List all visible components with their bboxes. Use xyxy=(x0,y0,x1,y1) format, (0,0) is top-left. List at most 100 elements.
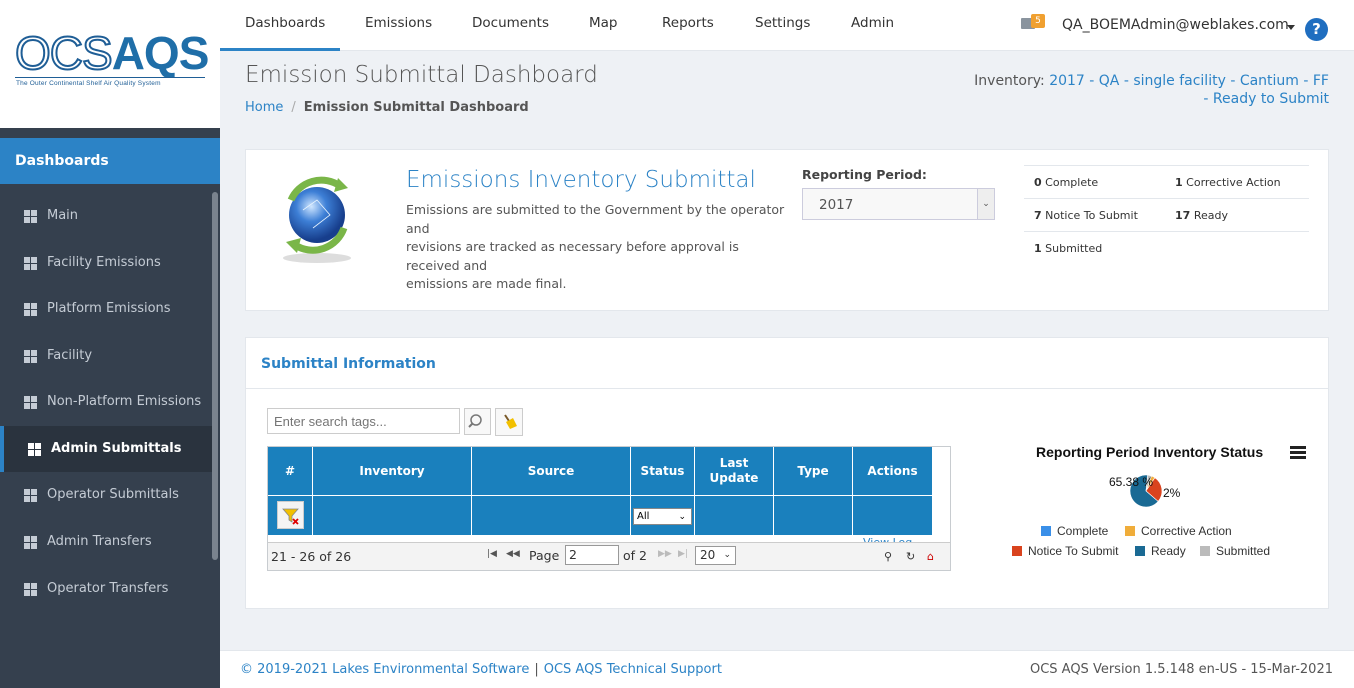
page-label: Page xyxy=(529,548,560,563)
clear-search-button[interactable] xyxy=(495,408,523,436)
status-filter-value: All xyxy=(637,511,650,522)
sidebar-item-platform-emissions[interactable]: Platform Emissions xyxy=(0,286,212,332)
user-menu[interactable]: QA_BOEMAdmin@weblakes.com xyxy=(1062,17,1289,33)
column-header-last-update[interactable]: Last Update xyxy=(695,447,774,495)
help-icon[interactable]: ? xyxy=(1305,18,1328,41)
sidebar-item-operator-transfers[interactable]: Operator Transfers xyxy=(0,566,212,612)
breadcrumb: Home / Emission Submittal Dashboard xyxy=(245,100,529,115)
column-header-status[interactable]: Status xyxy=(631,447,695,495)
legend-swatch xyxy=(1125,526,1135,536)
legend-complete[interactable]: Complete xyxy=(1041,524,1108,538)
submittal-info-card: Submittal Information # Inventory Source… xyxy=(245,337,1329,609)
refresh-icon[interactable]: ↻ xyxy=(906,550,915,563)
description-line: emissions are made final. xyxy=(406,276,567,291)
footer: © 2019-2021 Lakes Environmental Software… xyxy=(220,650,1354,688)
support-link[interactable]: OCS AQS Technical Support xyxy=(544,662,722,677)
sidebar-item-label: Operator Submittals xyxy=(47,487,179,502)
status-ready: 17 Ready xyxy=(1175,209,1228,222)
sidebar-item-facility[interactable]: Facility xyxy=(0,333,212,379)
status-count: 1 xyxy=(1175,176,1183,189)
tab-reports[interactable]: Reports xyxy=(662,0,714,51)
tab-documents[interactable]: Documents xyxy=(472,0,549,51)
tab-map[interactable]: Map xyxy=(589,0,618,51)
search-tags-input[interactable] xyxy=(267,408,460,434)
status-complete: 0 Complete xyxy=(1034,176,1098,189)
column-header-inventory[interactable]: Inventory xyxy=(313,447,472,495)
inventory-label: Inventory: xyxy=(974,73,1045,89)
tab-emissions[interactable]: Emissions xyxy=(365,0,432,51)
caret-down-icon[interactable] xyxy=(1287,25,1295,30)
status-submitted: 1 Submitted xyxy=(1034,242,1102,255)
sidebar: OCSAQS The Outer Continental Shelf Air Q… xyxy=(0,0,220,688)
top-nav: Dashboards Emissions Documents Map Repor… xyxy=(220,0,1354,51)
sidebar-scrollbar[interactable] xyxy=(212,192,218,560)
notification-badge[interactable]: 5 xyxy=(1031,14,1045,28)
status-corrective-action: 1 Corrective Action xyxy=(1175,176,1281,189)
first-page-icon[interactable]: |◀ xyxy=(487,549,497,559)
search-icon xyxy=(468,414,482,428)
filter-cell xyxy=(472,496,631,535)
breadcrumb-home[interactable]: Home xyxy=(245,100,283,115)
submittal-grid: # Inventory Source Status Last Update Ty… xyxy=(267,446,951,571)
summary-title: Emissions Inventory Submittal xyxy=(406,167,756,193)
column-header-source[interactable]: Source xyxy=(472,447,631,495)
legend-submitted[interactable]: Submitted xyxy=(1200,544,1270,558)
find-icon[interactable]: ⚲ xyxy=(884,550,892,563)
inventory-info: Inventory: 2017 - QA - single facility -… xyxy=(969,72,1329,108)
legend-swatch xyxy=(1135,546,1145,556)
column-header-number[interactable]: # xyxy=(268,447,313,495)
status-label: Notice To Submit xyxy=(1045,209,1138,222)
sidebar-item-main[interactable]: Main xyxy=(0,193,212,239)
logo[interactable]: OCSAQS The Outer Continental Shelf Air Q… xyxy=(0,0,220,128)
reporting-period-value: 2017 xyxy=(819,197,854,213)
pager-info: 21 - 26 of 26 xyxy=(271,549,352,564)
status-label: Complete xyxy=(1045,176,1099,189)
clear-filter-button[interactable] xyxy=(277,501,304,529)
logo-wordmark: OCSAQS xyxy=(14,27,210,79)
chart-menu-icon[interactable] xyxy=(1290,446,1306,459)
tab-dashboards[interactable]: Dashboards xyxy=(220,0,340,51)
logo-aqs: AQS xyxy=(111,27,210,79)
status-notice-to-submit: 7 Notice To Submit xyxy=(1034,209,1138,222)
tab-admin[interactable]: Admin xyxy=(851,0,894,51)
page-number-input[interactable]: 2 xyxy=(565,545,619,565)
chart-title: Reporting Period Inventory Status xyxy=(1036,444,1264,460)
status-count: 17 xyxy=(1175,209,1191,222)
logo-ocs: OCS xyxy=(14,27,114,79)
status-count: 0 xyxy=(1034,176,1042,189)
status-count: 1 xyxy=(1034,242,1042,255)
page-size-select[interactable]: 20 ⌄ xyxy=(695,546,736,565)
status-filter-select[interactable]: All ⌄ xyxy=(633,508,692,525)
grid-icon xyxy=(24,210,37,223)
legend-swatch xyxy=(1200,546,1210,556)
export-icon[interactable]: ⌂ xyxy=(927,550,934,563)
sidebar-item-non-platform-emissions[interactable]: Non-Platform Emissions xyxy=(0,379,212,425)
status-row: 0 Complete 1 Corrective Action xyxy=(1024,165,1309,198)
column-header-actions[interactable]: Actions xyxy=(853,447,933,495)
column-header-type[interactable]: Type xyxy=(774,447,853,495)
sidebar-item-label: Main xyxy=(47,208,79,223)
next-page-icon[interactable]: ▶▶ xyxy=(658,549,672,559)
legend-notice-to-submit[interactable]: Notice To Submit xyxy=(1012,544,1119,558)
sidebar-item-operator-submittals[interactable]: Operator Submittals xyxy=(0,472,212,518)
status-row: 7 Notice To Submit 17 Ready xyxy=(1024,198,1309,231)
broom-icon xyxy=(504,414,517,429)
legend-corrective-action[interactable]: Corrective Action xyxy=(1125,524,1232,538)
sidebar-item-admin-transfers[interactable]: Admin Transfers xyxy=(0,519,212,565)
sidebar-item-label: Platform Emissions xyxy=(47,301,171,316)
legend-ready[interactable]: Ready xyxy=(1135,544,1186,558)
description-line: and xyxy=(406,220,430,236)
sidebar-heading[interactable]: Dashboards xyxy=(0,138,220,184)
inventory-link[interactable]: 2017 - QA - single facility - Cantium - … xyxy=(1049,73,1329,107)
search-button[interactable] xyxy=(464,408,491,435)
grid-icon xyxy=(24,396,37,409)
reporting-period-select[interactable]: 2017 ⌄ xyxy=(802,188,995,220)
sidebar-item-label: Admin Submittals xyxy=(51,441,182,456)
sidebar-item-admin-submittals[interactable]: Admin Submittals xyxy=(0,426,212,472)
prev-page-icon[interactable]: ◀◀ xyxy=(506,549,520,559)
reporting-period-label: Reporting Period: xyxy=(802,167,927,182)
copyright-link[interactable]: © 2019-2021 Lakes Environmental Software xyxy=(240,662,529,677)
last-page-icon[interactable]: ▶| xyxy=(678,549,688,559)
tab-settings[interactable]: Settings xyxy=(755,0,810,51)
sidebar-item-facility-emissions[interactable]: Facility Emissions xyxy=(0,240,212,286)
